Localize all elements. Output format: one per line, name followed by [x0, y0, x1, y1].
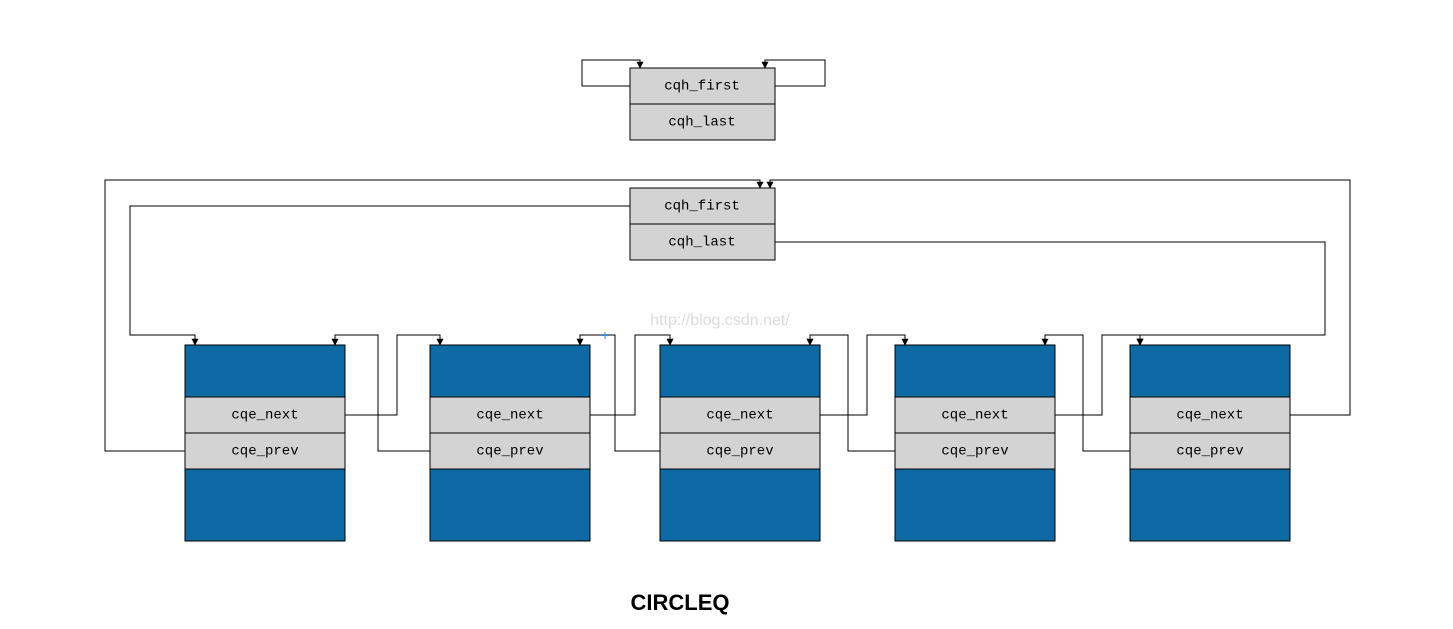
- head-empty-first-label: cqh_first: [664, 79, 740, 95]
- node-2-prev-label: cqe_prev: [476, 444, 543, 460]
- node-5-next-label: cqe_next: [1176, 408, 1243, 424]
- edge-2-next-3: [590, 335, 670, 415]
- cross-mark: +: [601, 327, 609, 343]
- head-full-last-label: cqh_last: [668, 235, 735, 251]
- node-1: cqe_next cqe_prev: [185, 345, 345, 541]
- node-4-prev-label: cqe_prev: [941, 444, 1008, 460]
- node-4: cqe_next cqe_prev: [895, 345, 1055, 541]
- edge-3-next-4: [820, 335, 905, 415]
- node-4-next-label: cqe_next: [941, 408, 1008, 424]
- edge-4-prev-3: [810, 335, 895, 451]
- node-2: cqe_next cqe_prev: [430, 345, 590, 541]
- head-full: cqh_first cqh_last: [630, 188, 775, 260]
- edge-3-prev-2: [580, 335, 660, 451]
- circleq-diagram: cqh_first cqh_last cqh_first cqh_last cq…: [0, 0, 1453, 629]
- node-3-next-label: cqe_next: [706, 408, 773, 424]
- node-1-prev-label: cqe_prev: [231, 444, 298, 460]
- node-3-prev-label: cqe_prev: [706, 444, 773, 460]
- head-empty: cqh_first cqh_last: [582, 60, 825, 140]
- node-1-next-label: cqe_next: [231, 408, 298, 424]
- watermark-text: http://blog.csdn.net/: [650, 312, 790, 329]
- edge-1-next-2: [345, 335, 440, 415]
- node-5-prev-label: cqe_prev: [1176, 444, 1243, 460]
- node-2-next-label: cqe_next: [476, 408, 543, 424]
- edge-5-prev-4: [1045, 335, 1130, 451]
- edge-head-first: [130, 206, 630, 345]
- node-3: cqe_next cqe_prev: [660, 345, 820, 541]
- edge-4-next-5: [1055, 335, 1140, 415]
- node-5: cqe_next cqe_prev: [1130, 345, 1290, 541]
- edge-2-prev-1: [335, 335, 430, 451]
- diagram-title: CIRCLEQ: [631, 590, 730, 615]
- edge-head-last: [775, 242, 1325, 345]
- head-empty-last-label: cqh_last: [668, 115, 735, 131]
- head-full-first-label: cqh_first: [664, 199, 740, 215]
